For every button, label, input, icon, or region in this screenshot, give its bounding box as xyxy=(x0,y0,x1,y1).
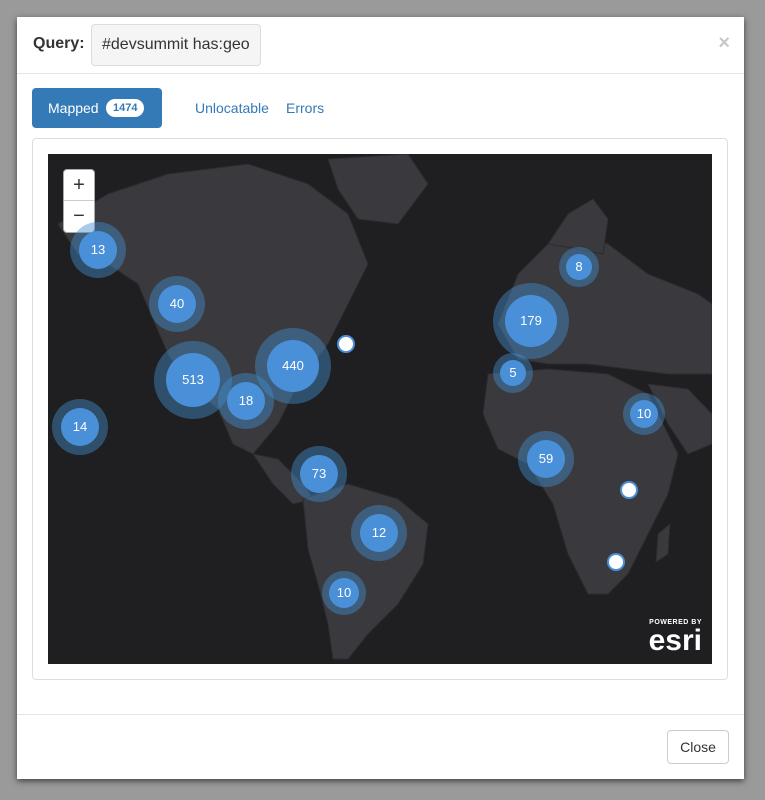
tab-errors[interactable]: Errors xyxy=(286,88,324,128)
cluster-marker[interactable]: 18 xyxy=(218,373,274,429)
cluster-marker[interactable]: 12 xyxy=(351,505,407,561)
tab-mapped-label: Mapped xyxy=(48,100,99,116)
cluster-count: 40 xyxy=(158,285,196,323)
cluster-count: 179 xyxy=(505,295,557,347)
world-map[interactable]: + − 13 40 513 440 18 14 73 12 10 8 179 5… xyxy=(48,154,712,664)
cluster-marker[interactable]: 5 xyxy=(493,353,533,393)
map-panel: + − 13 40 513 440 18 14 73 12 10 8 179 5… xyxy=(32,138,728,680)
cluster-count: 18 xyxy=(227,382,265,420)
close-button[interactable]: Close xyxy=(667,730,729,764)
esri-logo: POWERED BY esri xyxy=(649,619,702,656)
cluster-count: 12 xyxy=(360,514,398,552)
point-marker[interactable] xyxy=(337,335,355,353)
zoom-in-button[interactable]: + xyxy=(64,170,94,201)
cluster-marker[interactable]: 13 xyxy=(70,222,126,278)
cluster-marker[interactable]: 40 xyxy=(149,276,205,332)
point-marker[interactable] xyxy=(607,553,625,571)
cluster-count: 10 xyxy=(329,578,359,608)
cluster-marker[interactable]: 59 xyxy=(518,431,574,487)
query-label: Query: xyxy=(33,35,85,52)
mapped-count-badge: 1474 xyxy=(106,99,145,117)
cluster-marker[interactable]: 14 xyxy=(52,399,108,455)
cluster-count: 59 xyxy=(527,440,565,478)
land-masses xyxy=(57,154,712,660)
cluster-marker[interactable]: 10 xyxy=(322,571,366,615)
cluster-marker[interactable]: 8 xyxy=(559,247,599,287)
cluster-count: 14 xyxy=(61,408,99,446)
modal-footer: Close xyxy=(17,714,744,780)
cluster-count: 10 xyxy=(630,400,658,428)
query-modal: Query: #devsummit has:geo × Mapped 1474 … xyxy=(17,17,744,779)
cluster-count: 5 xyxy=(500,360,526,386)
close-icon[interactable]: × xyxy=(718,32,730,55)
tab-mapped[interactable]: Mapped 1474 xyxy=(32,88,162,128)
modal-header: Query: #devsummit has:geo × xyxy=(17,17,744,74)
tab-unlocatable[interactable]: Unlocatable xyxy=(195,88,269,128)
cluster-marker[interactable]: 10 xyxy=(623,393,665,435)
cluster-count: 8 xyxy=(566,254,592,280)
cluster-count: 440 xyxy=(267,340,319,392)
cluster-marker[interactable]: 179 xyxy=(493,283,569,359)
screenshot-frame: Query: #devsummit has:geo × Mapped 1474 … xyxy=(0,0,765,800)
cluster-count: 13 xyxy=(79,231,117,269)
cluster-marker[interactable]: 73 xyxy=(291,446,347,502)
esri-wordmark: esri xyxy=(648,624,702,657)
query-value: #devsummit has:geo xyxy=(91,24,261,66)
point-marker[interactable] xyxy=(620,481,638,499)
cluster-count: 73 xyxy=(300,455,338,493)
cluster-count: 513 xyxy=(166,353,220,407)
